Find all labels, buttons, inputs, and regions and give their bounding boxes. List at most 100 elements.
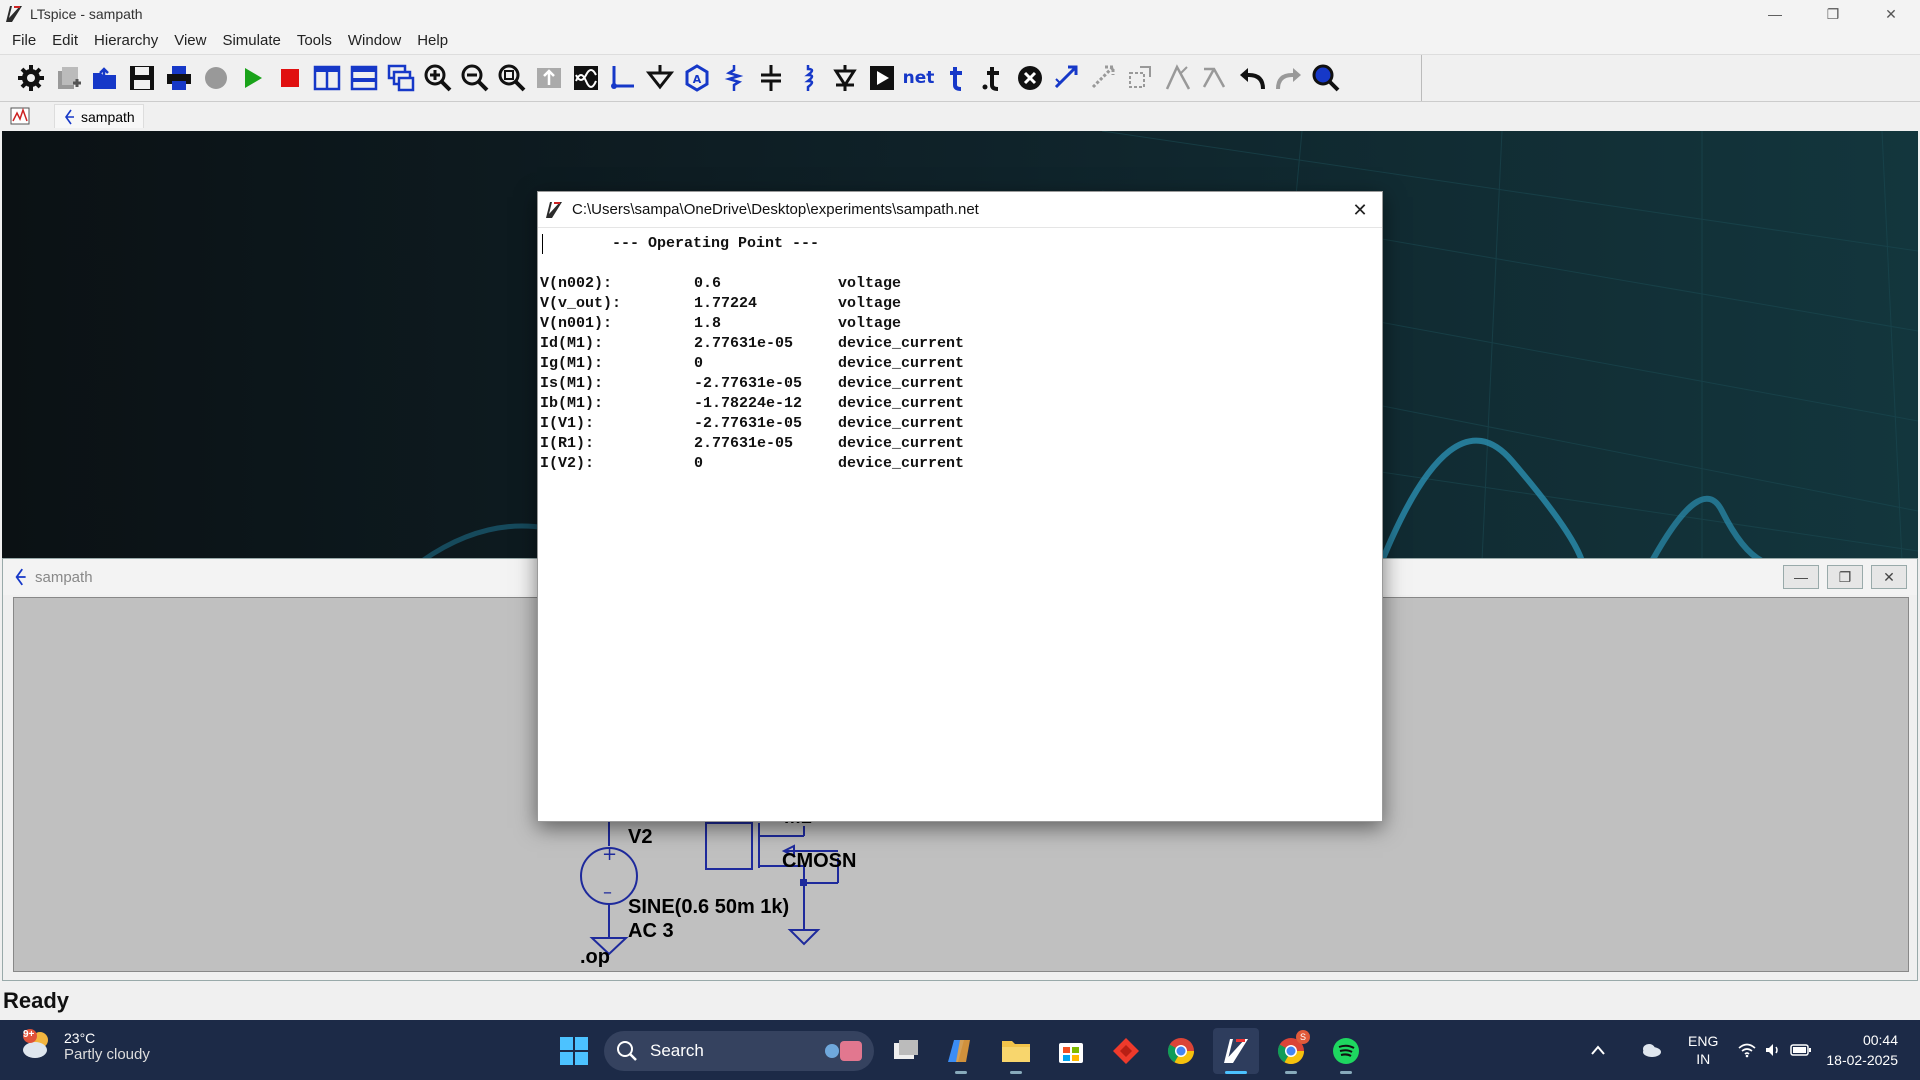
chrome-profile-icon[interactable]: S [1268,1028,1314,1074]
battery-icon[interactable] [1790,1043,1812,1057]
search-highlight-icon [825,1041,862,1061]
weather-widget[interactable]: 9+ 23°C Partly cloudy [20,1028,150,1064]
autorange-icon[interactable] [530,60,567,96]
op-type: device_current [838,415,965,432]
task-view-icon[interactable] [883,1028,929,1074]
mos-model-label[interactable]: CMOSN [782,850,856,873]
mirror-icon[interactable] [1159,60,1196,96]
tab-sampath[interactable]: sampath [54,104,144,128]
net-label-text: net [902,68,935,88]
menu-edit[interactable]: Edit [44,28,86,54]
start-button[interactable] [552,1029,596,1073]
weather-temperature: 23°C [64,1029,96,1046]
onedrive-icon[interactable] [1640,1043,1662,1057]
tile-horizontal-icon[interactable] [345,60,382,96]
taskbar-search[interactable]: Search [604,1031,874,1071]
source-value-label[interactable]: SINE(0.6 50m 1k) [628,896,789,919]
clock-date: 18-02-2025 [1826,1052,1898,1068]
inductor-icon[interactable] [789,60,826,96]
undo-arrow-icon[interactable] [1233,60,1270,96]
dialog-title-bar: C:\Users\sampa\OneDrive\Desktop\experime… [538,192,1382,228]
language-indicator[interactable]: ENG IN [1688,1032,1718,1068]
open-icon[interactable] [86,60,123,96]
cascade-icon[interactable] [382,60,419,96]
net-label-icon[interactable]: net [900,60,937,96]
text-icon[interactable] [937,60,974,96]
minimize-button[interactable]: — [1746,0,1804,28]
ground-icon[interactable] [641,60,678,96]
settings-icon[interactable] [12,60,49,96]
op-name: Ig(M1): [540,355,604,372]
schematic-restore-button[interactable]: ❐ [1827,565,1863,589]
dialog-close-button[interactable]: ✕ [1346,196,1374,224]
resistor-icon[interactable] [715,60,752,96]
menu-help[interactable]: Help [409,28,456,54]
find-icon[interactable] [1307,60,1344,96]
halt-icon[interactable] [271,60,308,96]
op-type: device_current [838,375,965,392]
op-value: -2.77631e-05 [694,375,803,392]
waveform-icon[interactable] [567,60,604,96]
taskbar-center: Search S [552,1028,1369,1074]
redo-icon[interactable] [1270,60,1307,96]
spotify-icon[interactable] [1323,1028,1369,1074]
chrome-icon[interactable] [1158,1028,1204,1074]
print-icon[interactable] [160,60,197,96]
menu-view[interactable]: View [166,28,214,54]
operating-point-text[interactable]: --- Operating Point --- V(n002): 0.6 volta… [540,230,1380,818]
zoom-in-icon[interactable] [419,60,456,96]
title-bar: LTspice - sampath — ❐ ✕ [0,0,1920,28]
menu-window[interactable]: Window [340,28,409,54]
waveform-viewer-icon[interactable] [10,107,30,125]
anydesk-icon[interactable] [1103,1028,1149,1074]
move-icon[interactable] [1048,60,1085,96]
svg-text:+: + [602,844,617,865]
schematic-minimize-button[interactable]: — [1783,565,1819,589]
ltspice-logo-icon [6,6,22,22]
op-type: device_current [838,455,965,472]
op-name: I(V1): [540,415,595,432]
chevron-up-icon[interactable] [1590,1044,1606,1056]
diode-icon[interactable] [826,60,863,96]
component-icon[interactable] [863,60,900,96]
folder-icon[interactable] [993,1028,1039,1074]
label-icon[interactable]: A [678,60,715,96]
wifi-icon[interactable] [1738,1042,1756,1058]
copilot-icon[interactable] [938,1028,984,1074]
clock-time: 00:44 [1862,1032,1898,1048]
zoom-out-icon[interactable] [456,60,493,96]
op-row: Id(M1): 2.77631e-05 device_current [540,334,1380,354]
ltspice-icon[interactable] [1213,1028,1259,1074]
stop-sim-icon[interactable] [197,60,234,96]
undo-icon[interactable] [1196,60,1233,96]
menu-tools[interactable]: Tools [289,28,340,54]
chrome-badge: S [1296,1030,1310,1044]
capacitor-icon[interactable] [752,60,789,96]
op-directive[interactable]: .op [580,946,610,969]
close-button[interactable]: ✕ [1862,0,1920,28]
source-name-label[interactable]: V2 [628,826,652,849]
op-name: V(v_out): [540,295,622,312]
op-value: 0 [694,455,704,472]
weather-badge: 9+ [23,1029,35,1040]
spice-directive-icon[interactable] [974,60,1011,96]
tile-vertical-icon[interactable] [308,60,345,96]
store-icon[interactable] [1048,1028,1094,1074]
run-icon[interactable] [234,60,271,96]
restore-button[interactable]: ❐ [1804,0,1862,28]
menu-simulate[interactable]: Simulate [214,28,288,54]
volume-icon[interactable] [1764,1042,1782,1058]
menu-file[interactable]: File [4,28,44,54]
delete-icon[interactable] [1011,60,1048,96]
wire-icon[interactable] [604,60,641,96]
save-icon[interactable] [123,60,160,96]
schematic-close-button[interactable]: ✕ [1871,565,1907,589]
source-ac-label[interactable]: AC 3 [628,920,674,943]
clock[interactable]: 00:44 18-02-2025 [1826,1030,1898,1070]
zoom-fit-icon[interactable] [493,60,530,96]
rotate-icon[interactable] [1122,60,1159,96]
menu-hierarchy[interactable]: Hierarchy [86,28,166,54]
new-schematic-icon[interactable] [49,60,86,96]
drag-icon[interactable] [1085,60,1122,96]
system-tray: ENG IN 00:44 18-02-2025 [1580,1020,1920,1080]
